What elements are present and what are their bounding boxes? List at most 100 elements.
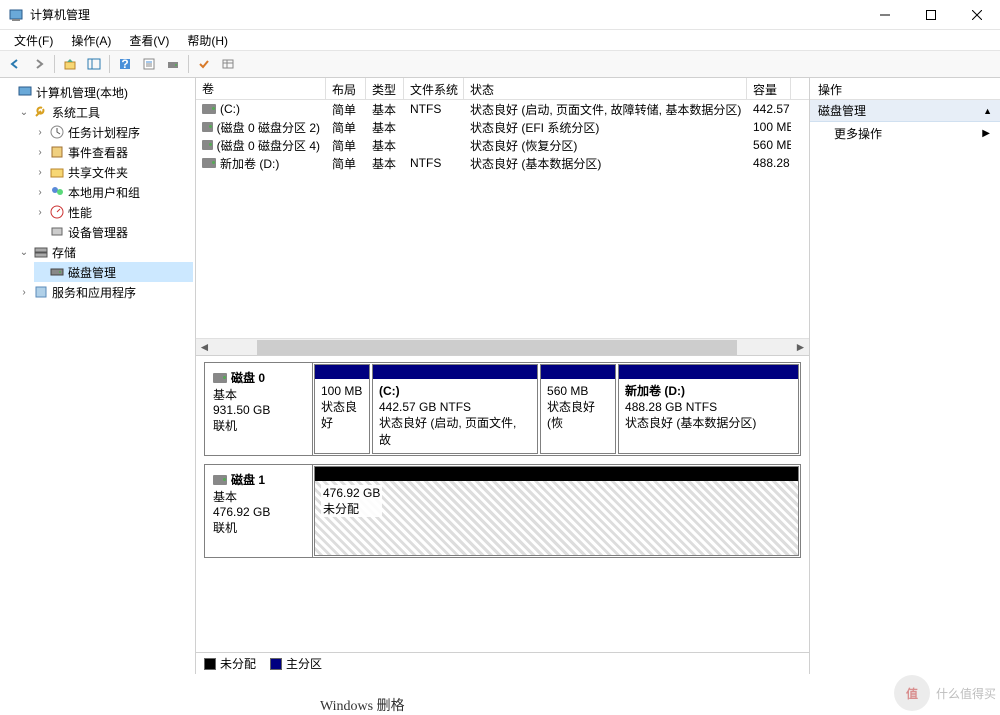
- storage-icon: [33, 244, 49, 260]
- volume-capacity: 560 MB: [747, 138, 791, 152]
- tree-task-scheduler[interactable]: ›任务计划程序: [34, 122, 193, 142]
- scroll-left-icon[interactable]: ◄: [196, 339, 213, 356]
- expand-icon[interactable]: ›: [18, 287, 30, 298]
- col-header-capacity[interactable]: 容量: [747, 78, 791, 99]
- volume-capacity: 442.57: [747, 102, 791, 116]
- collapse-icon[interactable]: ⌄: [18, 247, 30, 258]
- detail-view-button[interactable]: [217, 53, 239, 75]
- expand-icon[interactable]: ›: [34, 127, 46, 138]
- tree-label: 事件查看器: [68, 144, 128, 161]
- partition-status: 状态良好 (恢: [547, 399, 609, 431]
- actions-more[interactable]: 更多操作 ▶: [810, 122, 1000, 144]
- partition[interactable]: 新加卷 (D:)488.28 GB NTFS状态良好 (基本数据分区): [618, 364, 799, 454]
- drive-icon: [202, 140, 213, 150]
- volume-status: 状态良好 (启动, 页面文件, 故障转储, 基本数据分区): [464, 101, 747, 118]
- expand-icon[interactable]: ›: [34, 187, 46, 198]
- partition[interactable]: (C:)442.57 GB NTFS状态良好 (启动, 页面文件, 故: [372, 364, 538, 454]
- drive-icon: [202, 158, 216, 168]
- title-bar: 计算机管理: [0, 0, 1000, 30]
- volume-type: 基本: [366, 155, 404, 172]
- partition[interactable]: 560 MB状态良好 (恢: [540, 364, 616, 454]
- partition[interactable]: 100 MB状态良好: [314, 364, 370, 454]
- actions-section-label: 磁盘管理: [818, 102, 866, 119]
- show-hide-tree-button[interactable]: [83, 53, 105, 75]
- tree-local-users[interactable]: › 本地用户和组: [34, 182, 193, 202]
- tree-services-apps[interactable]: ›服务和应用程序: [18, 282, 193, 302]
- disk-info[interactable]: 磁盘 0 基本 931.50 GB 联机: [205, 363, 313, 455]
- partition-size: 442.57 GB NTFS: [379, 399, 531, 415]
- partition-unallocated[interactable]: 476.92 GB未分配: [314, 466, 799, 556]
- partition-header: [541, 365, 615, 379]
- col-header-volume[interactable]: 卷: [196, 78, 326, 99]
- tools-icon: [33, 104, 49, 120]
- forward-button[interactable]: [28, 53, 50, 75]
- tree-device-manager[interactable]: 设备管理器: [34, 222, 193, 242]
- help-button[interactable]: ?: [114, 53, 136, 75]
- volume-row[interactable]: (磁盘 0 磁盘分区 4)简单基本状态良好 (恢复分区)560 MB: [196, 136, 809, 154]
- device-icon: [49, 224, 65, 240]
- properties-button[interactable]: [138, 53, 160, 75]
- tree-disk-management[interactable]: 磁盘管理: [34, 262, 193, 282]
- list-view-button[interactable]: [193, 53, 215, 75]
- legend-unallocated: 未分配: [204, 655, 256, 672]
- expand-icon[interactable]: ›: [34, 207, 46, 218]
- actions-section-disk-mgmt[interactable]: 磁盘管理 ▲: [810, 100, 1000, 122]
- volume-row[interactable]: (磁盘 0 磁盘分区 2)简单基本状态良好 (EFI 系统分区)100 MB: [196, 118, 809, 136]
- volume-type: 基本: [366, 119, 404, 136]
- bottom-cutoff-text: Windows 删格: [320, 695, 405, 715]
- volume-type: 基本: [366, 101, 404, 118]
- chevron-right-icon: ▶: [982, 128, 990, 139]
- tree-label: 存储: [52, 244, 76, 261]
- horizontal-scrollbar[interactable]: ◄ ►: [196, 338, 809, 355]
- scrollbar-thumb[interactable]: [257, 340, 737, 355]
- col-header-layout[interactable]: 布局: [326, 78, 366, 99]
- disk-row: 磁盘 0 基本 931.50 GB 联机 100 MB状态良好 (C:)442.…: [204, 362, 801, 456]
- maximize-button[interactable]: [908, 0, 954, 30]
- menu-file[interactable]: 文件(F): [6, 30, 61, 51]
- up-button[interactable]: [59, 53, 81, 75]
- back-button[interactable]: [4, 53, 26, 75]
- watermark-text: 什么值得买: [936, 685, 996, 702]
- tree-system-tools[interactable]: ⌄ 系统工具: [18, 102, 193, 122]
- tree-root[interactable]: 计算机管理(本地): [2, 82, 193, 102]
- drive-icon: [213, 475, 227, 485]
- menu-help[interactable]: 帮助(H): [179, 30, 236, 51]
- volume-name: (磁盘 0 磁盘分区 2): [217, 119, 320, 136]
- tree-shared-folders[interactable]: ›共享文件夹: [34, 162, 193, 182]
- expand-icon[interactable]: ›: [34, 167, 46, 178]
- volume-fs: NTFS: [404, 156, 464, 170]
- close-button[interactable]: [954, 0, 1000, 30]
- collapse-icon[interactable]: ⌄: [18, 107, 30, 118]
- volume-list: 卷 布局 类型 文件系统 状态 容量 (C:)简单基本NTFS状态良好 (启动,…: [196, 78, 809, 356]
- volume-name: (磁盘 0 磁盘分区 4): [217, 137, 320, 154]
- tree-event-viewer[interactable]: › 事件查看器: [34, 142, 193, 162]
- menu-action[interactable]: 操作(A): [63, 30, 119, 51]
- partition-size: 560 MB: [547, 383, 609, 399]
- partition-status: 未分配: [323, 502, 359, 516]
- partition-name: (C:): [379, 383, 531, 399]
- tree-storage[interactable]: ⌄ 存储: [18, 242, 193, 262]
- menu-view[interactable]: 查看(V): [121, 30, 177, 51]
- minimize-button[interactable]: [862, 0, 908, 30]
- partition-name: 新加卷 (D:): [625, 383, 792, 399]
- tree-performance[interactable]: ›性能: [34, 202, 193, 222]
- disk-row: 磁盘 1 基本 476.92 GB 联机 476.92 GB未分配: [204, 464, 801, 558]
- volume-name: 新加卷 (D:): [220, 155, 279, 172]
- refresh-button[interactable]: [162, 53, 184, 75]
- disk-info[interactable]: 磁盘 1 基本 476.92 GB 联机: [205, 465, 313, 557]
- drive-icon: [202, 122, 213, 132]
- scroll-right-icon[interactable]: ►: [792, 339, 809, 356]
- col-header-type[interactable]: 类型: [366, 78, 404, 99]
- expand-icon[interactable]: ›: [34, 147, 46, 158]
- disk-type: 基本: [213, 386, 304, 403]
- tree-label: 磁盘管理: [68, 264, 116, 281]
- volume-row[interactable]: 新加卷 (D:)简单基本NTFS状态良好 (基本数据分区)488.28: [196, 154, 809, 172]
- legend-primary: 主分区: [270, 655, 322, 672]
- disk-name: 磁盘 1: [231, 471, 265, 488]
- partition-header: [619, 365, 798, 379]
- col-header-fs[interactable]: 文件系统: [404, 78, 464, 99]
- volume-status: 状态良好 (基本数据分区): [464, 155, 747, 172]
- volume-row[interactable]: (C:)简单基本NTFS状态良好 (启动, 页面文件, 故障转储, 基本数据分区…: [196, 100, 809, 118]
- tree-label: 本地用户和组: [68, 184, 140, 201]
- col-header-status[interactable]: 状态: [464, 78, 747, 99]
